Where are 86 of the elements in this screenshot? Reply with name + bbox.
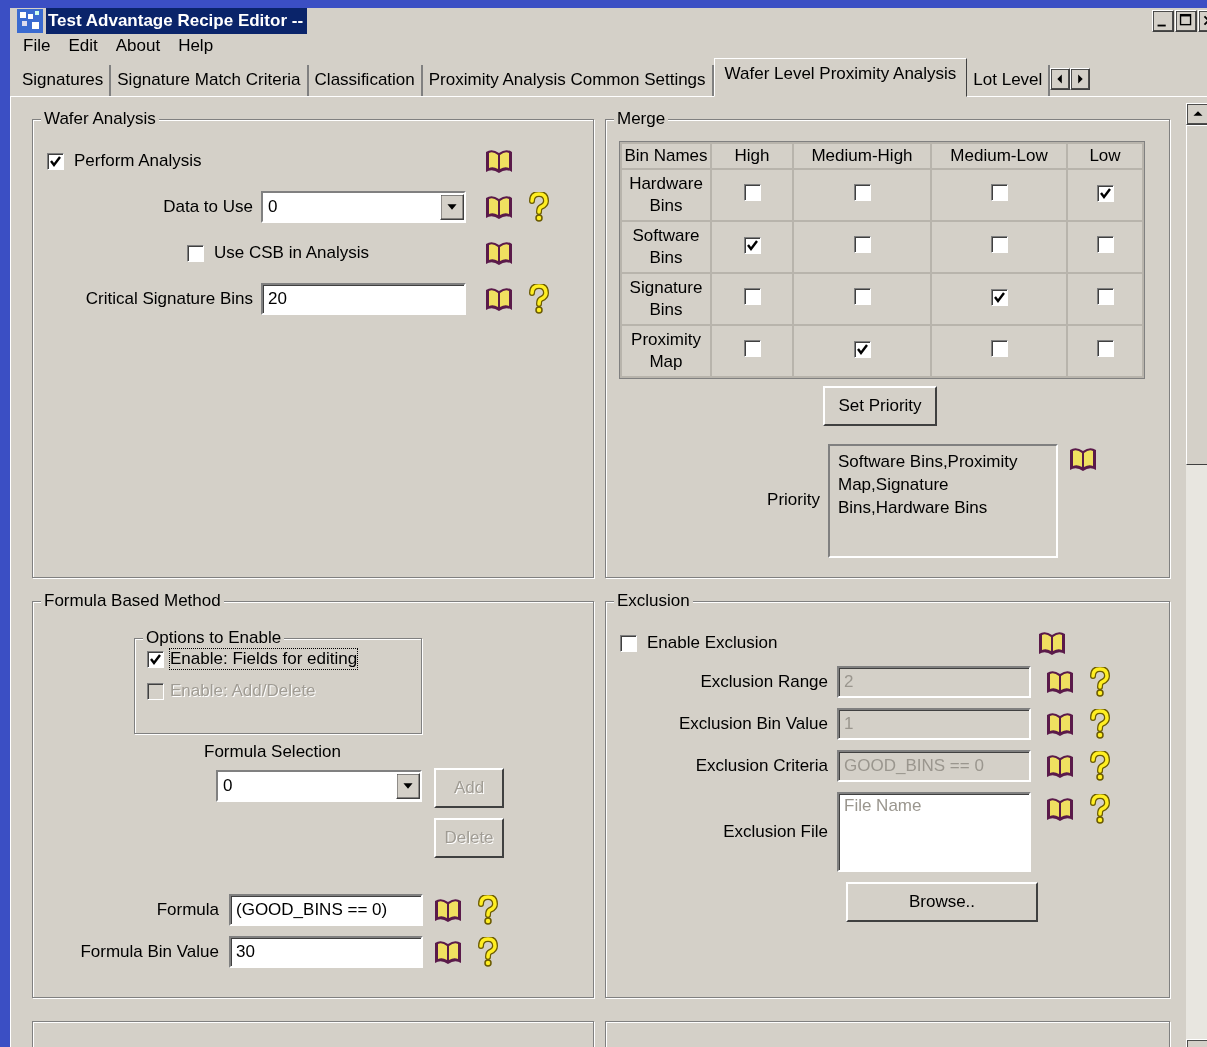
scrollbar[interactable] xyxy=(1186,103,1207,1047)
input-field[interactable]: 20 xyxy=(261,283,466,315)
checkbox[interactable] xyxy=(990,339,1008,357)
minimize-button[interactable] xyxy=(1152,10,1174,32)
help-icon xyxy=(1089,709,1111,739)
checkbox-label: Enable Exclusion xyxy=(647,633,778,653)
checkbox[interactable] xyxy=(1096,339,1114,357)
column-header: Medium-High xyxy=(793,143,931,169)
book-icon xyxy=(1045,796,1075,822)
menu-item[interactable]: File xyxy=(14,34,60,58)
help-icon xyxy=(477,937,499,967)
column-header: High xyxy=(711,143,793,169)
tab[interactable]: Wafer Level Proximity Analysis xyxy=(713,58,968,97)
browse-button[interactable]: Browse.. xyxy=(846,882,1038,922)
checkbox-label: Use CSB in Analysis xyxy=(214,243,369,263)
row-header: Proximity Map xyxy=(621,325,711,377)
checkbox[interactable] xyxy=(743,183,761,201)
app-icon xyxy=(16,8,44,34)
checkbox[interactable] xyxy=(853,183,871,201)
group-title: Options to Enable xyxy=(143,628,285,648)
book-icon xyxy=(484,286,514,312)
help-icon xyxy=(1089,794,1111,824)
column-header: Bin Names xyxy=(621,143,711,169)
row-header: Hardware Bins xyxy=(621,169,711,221)
input-field[interactable]: 30 xyxy=(229,936,423,968)
column-header: Low xyxy=(1067,143,1143,169)
help-icon xyxy=(1089,751,1111,781)
checkbox[interactable] xyxy=(1096,235,1114,253)
dropdown[interactable]: 0 xyxy=(216,770,422,802)
book-icon xyxy=(433,939,463,965)
checkbox[interactable] xyxy=(853,287,871,305)
menu-item[interactable]: About xyxy=(106,34,170,58)
field-label: Exclusion Range xyxy=(699,672,829,692)
row-header: Signature Bins xyxy=(621,273,711,325)
book-icon xyxy=(1037,630,1068,656)
checkbox[interactable] xyxy=(990,289,1008,306)
checkbox[interactable] xyxy=(990,183,1008,201)
field-label: Exclusion File xyxy=(722,822,829,842)
help-icon xyxy=(477,895,499,925)
group-title: Wafer Analysis xyxy=(41,109,159,129)
column-header: Medium-Low xyxy=(931,143,1067,169)
checkbox-label: Perform Analysis xyxy=(74,151,202,171)
group-title: Merge xyxy=(614,109,669,129)
checkbox[interactable] xyxy=(743,237,761,254)
field-label: Exclusion Criteria xyxy=(694,756,829,776)
checkbox[interactable] xyxy=(853,341,871,358)
checkbox[interactable] xyxy=(187,244,204,262)
checkbox[interactable] xyxy=(743,339,761,357)
dropdown-arrow-icon[interactable] xyxy=(440,194,464,220)
checkbox[interactable] xyxy=(620,634,637,652)
checkbox[interactable] xyxy=(147,650,164,668)
book-icon xyxy=(1045,753,1075,779)
input-field[interactable]: (GOOD_BINS == 0) xyxy=(229,894,423,926)
field-label: Formula xyxy=(155,900,220,920)
window-title: Test Advantage Recipe Editor -- xyxy=(46,8,308,34)
checkbox[interactable] xyxy=(990,235,1008,253)
checkbox[interactable] xyxy=(1096,287,1114,305)
scroll-right-button[interactable] xyxy=(1070,68,1091,90)
scroll-left-button[interactable] xyxy=(1050,68,1071,90)
field-label: Priority xyxy=(766,490,821,510)
field-label: Formula Selection xyxy=(204,742,341,761)
checkbox[interactable] xyxy=(47,152,64,170)
maximize-button[interactable] xyxy=(1175,10,1197,32)
menu-item[interactable]: Help xyxy=(169,34,223,58)
book-icon xyxy=(484,194,514,220)
priority-list: Software Bins,Proximity Map,Signature Bins,Hardware Bins xyxy=(828,444,1058,558)
book-icon xyxy=(1068,446,1098,472)
scroll-up-button[interactable] xyxy=(1186,103,1207,125)
help-icon xyxy=(1089,667,1111,697)
checkbox[interactable] xyxy=(1096,185,1114,202)
book-icon xyxy=(1045,669,1075,695)
dropdown-arrow-icon[interactable] xyxy=(396,773,420,799)
dropdown[interactable]: 0 xyxy=(261,191,466,223)
row-header: Software Bins xyxy=(621,221,711,273)
menu-item[interactable]: Edit xyxy=(59,34,107,58)
book-icon xyxy=(433,897,463,923)
checkbox[interactable] xyxy=(743,287,761,305)
text-area[interactable]: File Name xyxy=(837,792,1031,872)
field-label: Critical Signature Bins xyxy=(84,289,254,309)
field-label: Formula Bin Value xyxy=(79,942,220,962)
field-label: Exclusion Bin Value xyxy=(678,714,829,734)
checkbox-label: Enable: Fields for editing xyxy=(170,649,358,669)
checkbox[interactable] xyxy=(853,235,871,253)
field-label: Data to Use xyxy=(162,197,254,217)
set-priority-button[interactable]: Set Priority xyxy=(823,386,937,426)
book-icon xyxy=(1045,711,1075,737)
